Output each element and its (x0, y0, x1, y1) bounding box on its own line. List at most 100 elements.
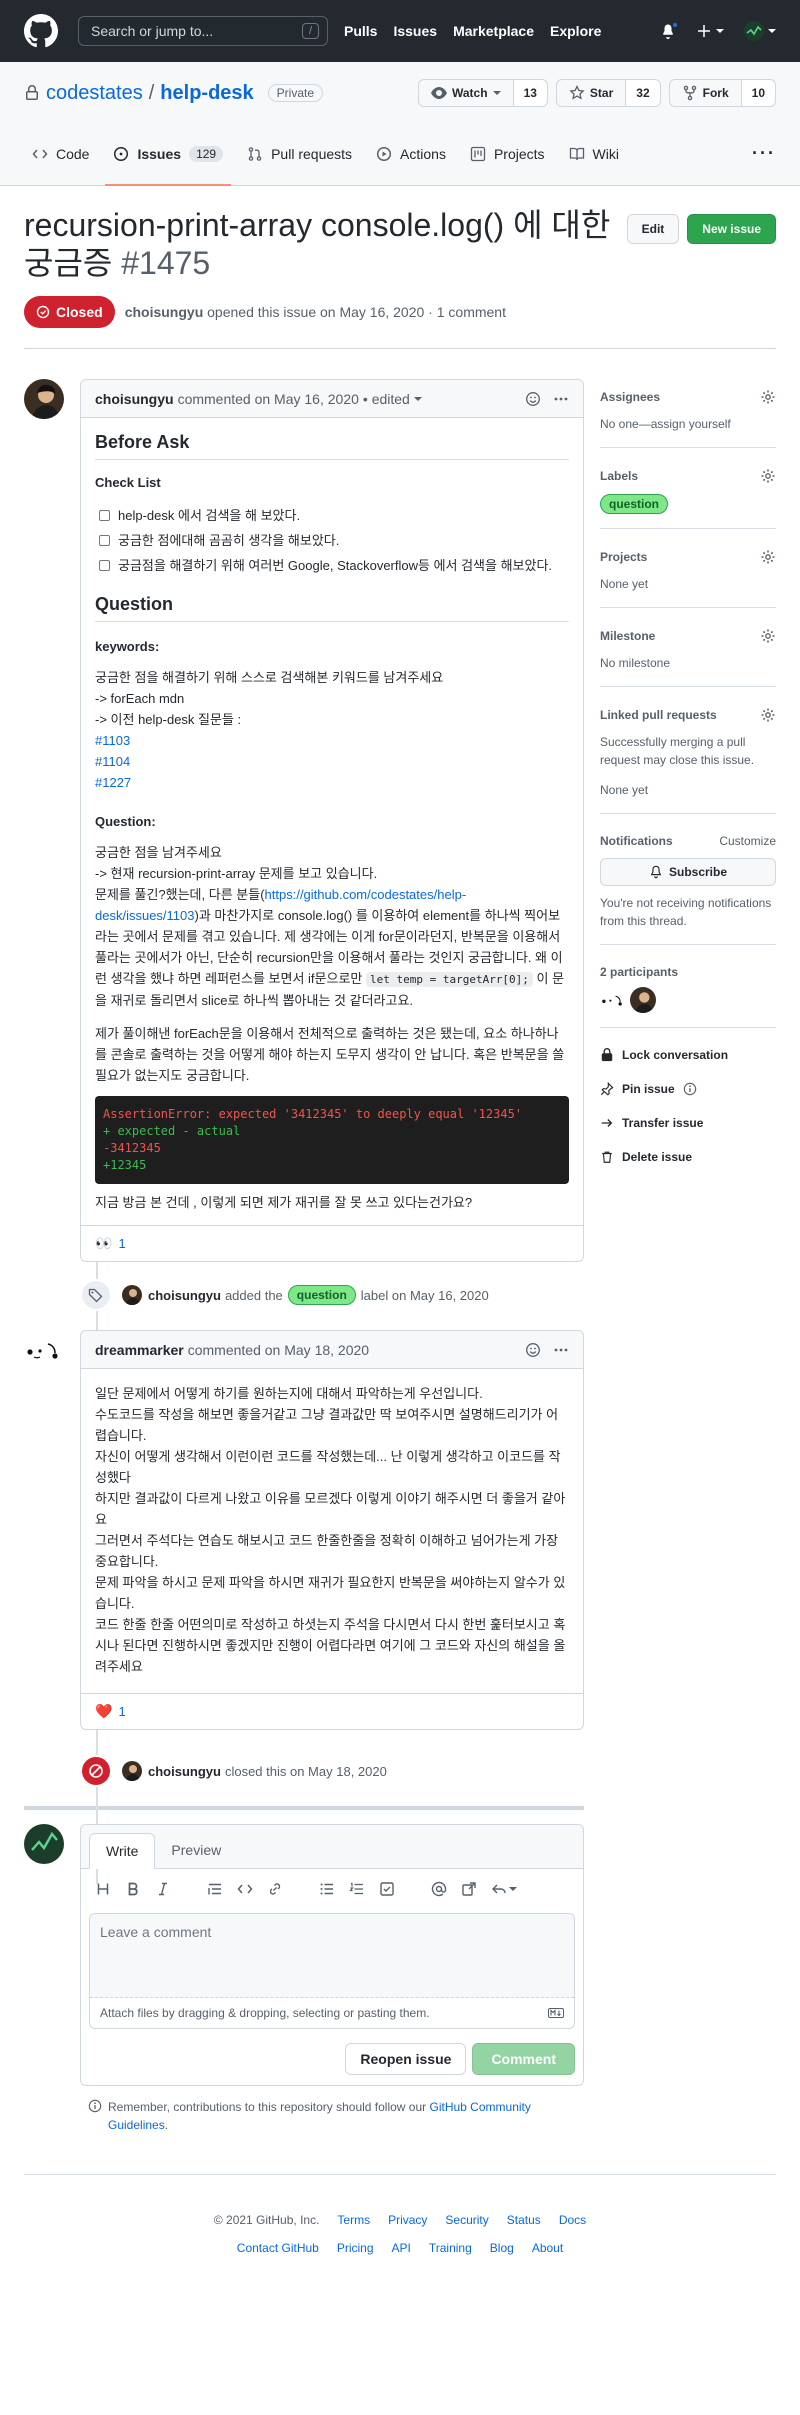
watch-count[interactable]: 13 (513, 80, 547, 106)
comment-author-link[interactable]: dreammarker (95, 1342, 184, 1358)
mention-icon[interactable] (431, 1881, 447, 1897)
issue-author-link[interactable]: choisungyu (125, 304, 204, 320)
footer-link-privacy[interactable]: Privacy (388, 2213, 427, 2227)
tab-write[interactable]: Write (89, 1833, 156, 1869)
unordered-list-icon[interactable] (319, 1881, 335, 1897)
issue-link-1103[interactable]: #1103 (95, 733, 130, 748)
italic-icon[interactable] (155, 1881, 171, 1897)
delete-issue-button[interactable]: Delete issue (600, 1140, 776, 1174)
tab-issues[interactable]: Issues 129 (105, 140, 232, 186)
footer-link-blog[interactable]: Blog (490, 2241, 514, 2255)
kebab-menu-icon[interactable] (553, 391, 569, 407)
more-tabs-button[interactable]: ··· (752, 143, 776, 186)
subscribe-button[interactable]: Subscribe (600, 858, 776, 886)
customize-link[interactable]: Customize (719, 834, 776, 848)
new-issue-button[interactable]: New issue (687, 214, 776, 244)
label-question[interactable]: question (600, 494, 668, 514)
heart-reaction-icon[interactable]: ❤️ (95, 1703, 112, 1720)
comment-timestamp[interactable]: commented on May 18, 2020 (188, 1342, 369, 1358)
participant-avatar[interactable] (600, 987, 626, 1013)
code-icon[interactable] (237, 1881, 253, 1897)
avatar[interactable] (122, 1285, 142, 1305)
issue-link-1104[interactable]: #1104 (95, 754, 130, 769)
issue-link-1227[interactable]: #1227 (95, 775, 131, 790)
task-checkbox[interactable] (99, 560, 110, 571)
link-icon[interactable] (267, 1881, 283, 1897)
event-author-link[interactable]: choisungyu (148, 1288, 221, 1303)
quote-icon[interactable] (207, 1881, 223, 1897)
nav-issues[interactable]: Issues (393, 23, 437, 39)
watch-button[interactable]: Watch (419, 80, 514, 106)
nav-marketplace[interactable]: Marketplace (453, 23, 534, 39)
tab-pull-requests[interactable]: Pull requests (239, 140, 360, 186)
footer-link-about[interactable]: About (532, 2241, 563, 2255)
cross-reference-icon[interactable] (461, 1881, 477, 1897)
search-shortcut-key: / (301, 23, 319, 39)
fork-count[interactable]: 10 (741, 80, 775, 106)
avatar[interactable] (122, 1761, 142, 1781)
footer-link-docs[interactable]: Docs (559, 2213, 586, 2227)
avatar[interactable] (24, 379, 64, 419)
fork-button[interactable]: Fork (670, 80, 742, 106)
gear-icon[interactable] (760, 389, 776, 405)
star-button[interactable]: Star (557, 80, 627, 106)
gear-icon[interactable] (760, 468, 776, 484)
avatar[interactable] (24, 1330, 64, 1370)
bold-icon[interactable] (125, 1881, 141, 1897)
saved-reply-icon[interactable] (491, 1881, 517, 1897)
repo-owner-link[interactable]: codestates (46, 82, 143, 105)
heading-icon[interactable] (95, 1881, 111, 1897)
edit-title-button[interactable]: Edit (626, 214, 680, 244)
comment-author-link[interactable]: choisungyu (95, 391, 174, 407)
github-logo-icon[interactable] (24, 14, 58, 48)
tab-code[interactable]: Code (24, 140, 97, 186)
search-input[interactable]: Search or jump to... / (78, 16, 328, 46)
assign-yourself-link[interactable]: No one—assign yourself (600, 415, 776, 433)
footer-link-status[interactable]: Status (507, 2213, 541, 2227)
repo-name-link[interactable]: help-desk (160, 82, 253, 105)
tab-projects[interactable]: Projects (462, 140, 553, 186)
footer-link-security[interactable]: Security (445, 2213, 488, 2227)
comment-textarea[interactable]: Leave a comment (90, 1914, 574, 1998)
label-question[interactable]: question (287, 1285, 356, 1305)
edited-dropdown[interactable]: • edited (363, 391, 410, 407)
gear-icon[interactable] (760, 707, 776, 723)
participant-avatar[interactable] (630, 987, 656, 1013)
task-checkbox[interactable] (99, 535, 110, 546)
avatar[interactable] (24, 1824, 64, 1864)
nav-explore[interactable]: Explore (550, 23, 601, 39)
eyes-reaction-icon[interactable]: 👀 (95, 1235, 112, 1252)
tab-actions[interactable]: Actions (368, 140, 454, 186)
ordered-list-icon[interactable] (349, 1881, 365, 1897)
footer-link-api[interactable]: API (392, 2241, 411, 2255)
star-count[interactable]: 32 (626, 80, 660, 106)
attach-files-bar[interactable]: Attach files by dragging & dropping, sel… (90, 1998, 574, 2028)
kebab-menu-icon[interactable] (553, 1342, 569, 1358)
tab-preview[interactable]: Preview (155, 1832, 237, 1868)
footer-link-terms[interactable]: Terms (337, 2213, 370, 2227)
lock-conversation-button[interactable]: Lock conversation (600, 1038, 776, 1072)
event-author-link[interactable]: choisungyu (148, 1764, 221, 1779)
pin-issue-button[interactable]: Pin issue (600, 1072, 776, 1106)
comment-header: choisungyu commented on May 16, 2020 • e… (81, 380, 583, 418)
gear-icon[interactable] (760, 628, 776, 644)
footer-link-pricing[interactable]: Pricing (337, 2241, 374, 2255)
comment-timestamp[interactable]: commented on May 16, 2020 (178, 391, 359, 407)
footer-link-contact[interactable]: Contact GitHub (237, 2241, 319, 2255)
task-list-icon[interactable] (379, 1881, 395, 1897)
user-menu[interactable] (744, 21, 776, 41)
reopen-issue-button[interactable]: Reopen issue (345, 2043, 467, 2075)
transfer-issue-button[interactable]: Transfer issue (600, 1106, 776, 1140)
nav-pulls[interactable]: Pulls (344, 23, 377, 39)
add-reaction-smiley-icon[interactable] (525, 391, 541, 407)
tab-wiki[interactable]: Wiki (561, 140, 627, 186)
markdown-icon[interactable] (548, 2008, 564, 2018)
create-new-plus-icon[interactable] (696, 23, 724, 39)
notifications-bell-icon[interactable] (660, 21, 679, 39)
footer-link-training[interactable]: Training (429, 2241, 472, 2255)
add-reaction-smiley-icon[interactable] (525, 1342, 541, 1358)
info-icon[interactable] (683, 1082, 697, 1096)
comment-button[interactable]: Comment (472, 2043, 575, 2075)
task-checkbox[interactable] (99, 510, 110, 521)
gear-icon[interactable] (760, 549, 776, 565)
